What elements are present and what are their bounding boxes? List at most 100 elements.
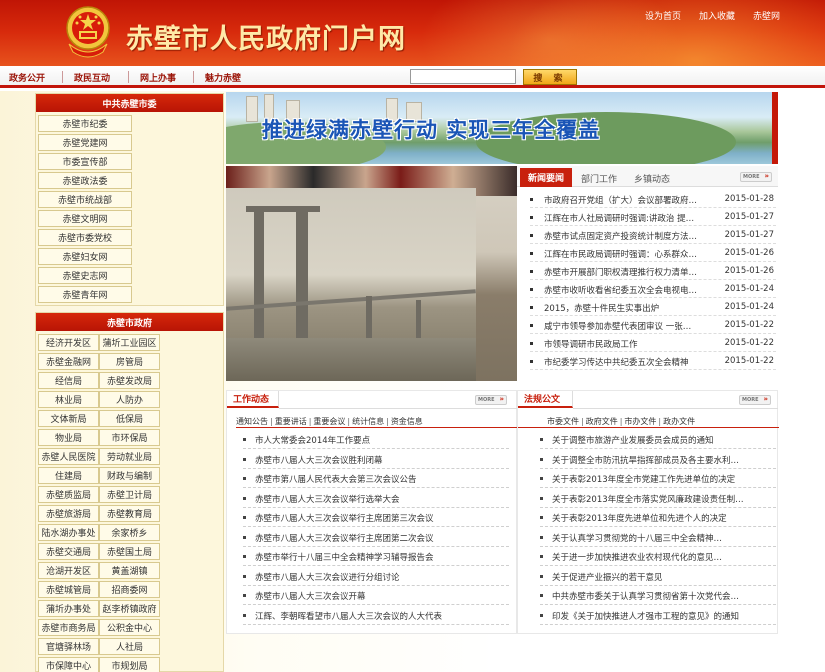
party-link-item[interactable]: 赤壁市委党校 [38, 229, 132, 246]
laws-docs-item[interactable]: 关于进一步加快推进农业农村现代化的意见… [540, 548, 776, 566]
work-news-item[interactable]: 赤壁市八届人大三次会议开幕 [243, 587, 509, 605]
gov-link-item[interactable]: 招商委网 [99, 581, 160, 598]
work-link-funds[interactable]: 资金信息 [391, 417, 423, 426]
laws-docs-item[interactable]: 关于调整市旅游产业发展委员会成员的通知 [540, 431, 776, 449]
news-photo[interactable] [226, 166, 517, 381]
gov-link-item[interactable]: 沧湖开发区 [38, 562, 99, 579]
gov-link-item[interactable]: 人防办 [99, 391, 160, 408]
work-more-button[interactable]: MORE [475, 395, 507, 405]
work-news-item[interactable]: 赤壁市举行十八届三中全会精神学习辅导报告会 [243, 548, 509, 566]
work-news-item[interactable]: 赤壁市八届人大三次会议进行分组讨论 [243, 568, 509, 586]
work-news-item[interactable]: 赤壁市八届人大三次会议举行选举大会 [243, 490, 509, 508]
laws-docs-item[interactable]: 关于认真学习贯彻党的十八届三中全会精神… [540, 529, 776, 547]
gov-link-item[interactable]: 赤壁城管局 [38, 581, 99, 598]
nav-item-online-service[interactable]: 网上办事 [140, 71, 176, 84]
tab-dept-work[interactable]: 部门工作 [574, 169, 624, 187]
laws-docs-item[interactable]: 关于促进产业振兴的若干意见 [540, 568, 776, 586]
work-link-statistics[interactable]: 统计信息 [352, 417, 384, 426]
tab-news-headlines[interactable]: 新闻要闻 [520, 168, 572, 187]
laws-link-party-docs[interactable]: 市委文件 [547, 417, 579, 426]
laws-docs-item[interactable]: 关于调整全市防汛抗旱指挥部成员及各主要水利… [540, 451, 776, 469]
news-list-item[interactable]: 2015，赤壁十件民生实事出炉 2015-01-24 [530, 300, 776, 316]
gov-link-item[interactable]: 赤壁教育局 [99, 505, 160, 522]
laws-more-button[interactable]: MORE [739, 395, 771, 405]
gov-link-item[interactable]: 赵李桥镇政府 [99, 600, 160, 617]
party-link-item[interactable]: 赤壁青年网 [38, 286, 132, 303]
chibi-net-link[interactable]: 赤壁网 [753, 9, 780, 22]
party-link-item[interactable]: 市委宣传部 [38, 153, 132, 170]
gov-link-item[interactable]: 蒲圻工业园区 [99, 334, 160, 351]
party-link-item[interactable]: 赤壁文明网 [38, 210, 132, 227]
work-news-item[interactable]: 赤壁市八届人大三次会议举行主席团第三次会议 [243, 509, 509, 527]
laws-link-gov-docs[interactable]: 政府文件 [586, 417, 618, 426]
laws-link-city-office-docs[interactable]: 市办文件 [624, 417, 656, 426]
news-list-item[interactable]: 江辉在市民政局调研时强调：心系群众… 2015-01-26 [530, 246, 776, 262]
news-list-item[interactable]: 赤壁市收听收看省纪委五次全会电视电… 2015-01-24 [530, 282, 776, 298]
laws-docs-item[interactable]: 关于表彰2013年度全市落实党风廉政建设责任制… [540, 490, 776, 508]
work-link-notices[interactable]: 通知公告 [236, 417, 268, 426]
gov-link-item[interactable]: 陆水湖办事处 [38, 524, 99, 541]
gov-link-item[interactable]: 余家桥乡 [99, 524, 160, 541]
gov-link-item[interactable]: 林业局 [38, 391, 99, 408]
work-link-speeches[interactable]: 重要讲话 [275, 417, 307, 426]
nav-item-gov-affairs[interactable]: 政务公开 [9, 71, 45, 84]
gov-link-item[interactable]: 市环保局 [99, 429, 160, 446]
news-list-item[interactable]: 市领导调研市民政局工作 2015-01-22 [530, 336, 776, 352]
party-link-item[interactable]: 赤壁党建网 [38, 134, 132, 151]
gov-link-item[interactable]: 官塘驿林场 [38, 638, 99, 655]
news-list-item[interactable]: 市纪委学习传达中共纪委五次全会精神 2015-01-22 [530, 354, 776, 370]
set-homepage-link[interactable]: 设为首页 [645, 9, 681, 22]
search-input[interactable] [410, 69, 516, 84]
news-list-item[interactable]: 咸宁市领导参加赤壁代表团审议 一张… 2015-01-22 [530, 318, 776, 334]
gov-link-item[interactable]: 赤壁市商务局 [38, 619, 99, 636]
work-link-meetings[interactable]: 重要会议 [313, 417, 345, 426]
gov-link-item[interactable]: 赤壁人民医院 [38, 448, 99, 465]
news-list-item[interactable]: 江辉在市人社局调研时强调:讲政治 提… 2015-01-27 [530, 210, 776, 226]
laws-docs-item[interactable]: 中共赤壁市委关于认真学习贯彻省第十次党代会… [540, 587, 776, 605]
gov-link-item[interactable]: 低保局 [99, 410, 160, 427]
gov-link-item[interactable]: 公积金中心 [99, 619, 160, 636]
gov-link-item[interactable]: 市保障中心 [38, 657, 99, 672]
promo-banner[interactable]: 推进绿满赤壁行动 实现三年全覆盖 [226, 92, 778, 164]
laws-docs-item[interactable]: 关于表彰2013年度全市党建工作先进单位的决定 [540, 470, 776, 488]
gov-link-item[interactable]: 黄盖湖镇 [99, 562, 160, 579]
gov-link-item[interactable]: 蒲圻办事处 [38, 600, 99, 617]
gov-link-item[interactable]: 赤壁质监局 [38, 486, 99, 503]
gov-link-item[interactable]: 赤壁旅游局 [38, 505, 99, 522]
laws-docs-item[interactable]: 印发《关于加快推进人才强市工程的意见》的通知 [540, 607, 776, 625]
gov-link-item[interactable]: 物业局 [38, 429, 99, 446]
news-list-item[interactable]: 赤壁市试点固定资产投资统计制度方法… 2015-01-27 [530, 228, 776, 244]
gov-link-item[interactable]: 劳动就业局 [99, 448, 160, 465]
work-news-item[interactable]: 赤壁市八届人大三次会议举行主席团第二次会议 [243, 529, 509, 547]
add-favorite-link[interactable]: 加入收藏 [699, 9, 735, 22]
gov-link-item[interactable]: 人社局 [99, 638, 160, 655]
gov-link-item[interactable]: 住建局 [38, 467, 99, 484]
work-news-item[interactable]: 赤壁市八届人大三次会议胜利闭幕 [243, 451, 509, 469]
work-news-item[interactable]: 市人大常委会2014年工作要点 [243, 431, 509, 449]
gov-link-item[interactable]: 文体新局 [38, 410, 99, 427]
gov-link-item[interactable]: 经济开发区 [38, 334, 99, 351]
gov-link-item[interactable]: 赤壁交通局 [38, 543, 99, 560]
party-link-item[interactable]: 赤壁市纪委 [38, 115, 132, 132]
gov-link-item[interactable]: 赤壁卫计局 [99, 486, 160, 503]
nav-item-interaction[interactable]: 政民互动 [74, 71, 110, 84]
work-news-item[interactable]: 赤壁市第八届人民代表大会第三次会议公告 [243, 470, 509, 488]
gov-link-item[interactable]: 房管局 [99, 353, 160, 370]
gov-link-item[interactable]: 市规划局 [99, 657, 160, 672]
search-button[interactable]: 搜 索 [523, 69, 577, 85]
gov-link-item[interactable]: 赤壁国土局 [99, 543, 160, 560]
news-list-item[interactable]: 市政府召开党组（扩大）会议部署政府… 2015-01-28 [530, 192, 776, 208]
party-link-item[interactable]: 赤壁政法委 [38, 172, 132, 189]
news-list-item[interactable]: 赤壁市开展部门职权清理推行权力清单… 2015-01-26 [530, 264, 776, 280]
news-more-button[interactable]: MORE [740, 172, 772, 182]
party-link-item[interactable]: 赤壁市统战部 [38, 191, 132, 208]
tab-town-news[interactable]: 乡镇动态 [627, 169, 677, 187]
work-news-item[interactable]: 江辉、李朝晖看望市八届人大三次会议的人大代表 [243, 607, 509, 625]
gov-link-item[interactable]: 经信局 [38, 372, 99, 389]
laws-docs-item[interactable]: 关于表彰2013年度先进单位和先进个人的决定 [540, 509, 776, 527]
party-link-item[interactable]: 赤壁妇女网 [38, 248, 132, 265]
laws-link-gov-office-docs[interactable]: 政办文件 [663, 417, 695, 426]
party-link-item[interactable]: 赤壁史志网 [38, 267, 132, 284]
gov-link-item[interactable]: 财政与编制 [99, 467, 160, 484]
gov-link-item[interactable]: 赤壁发改局 [99, 372, 160, 389]
